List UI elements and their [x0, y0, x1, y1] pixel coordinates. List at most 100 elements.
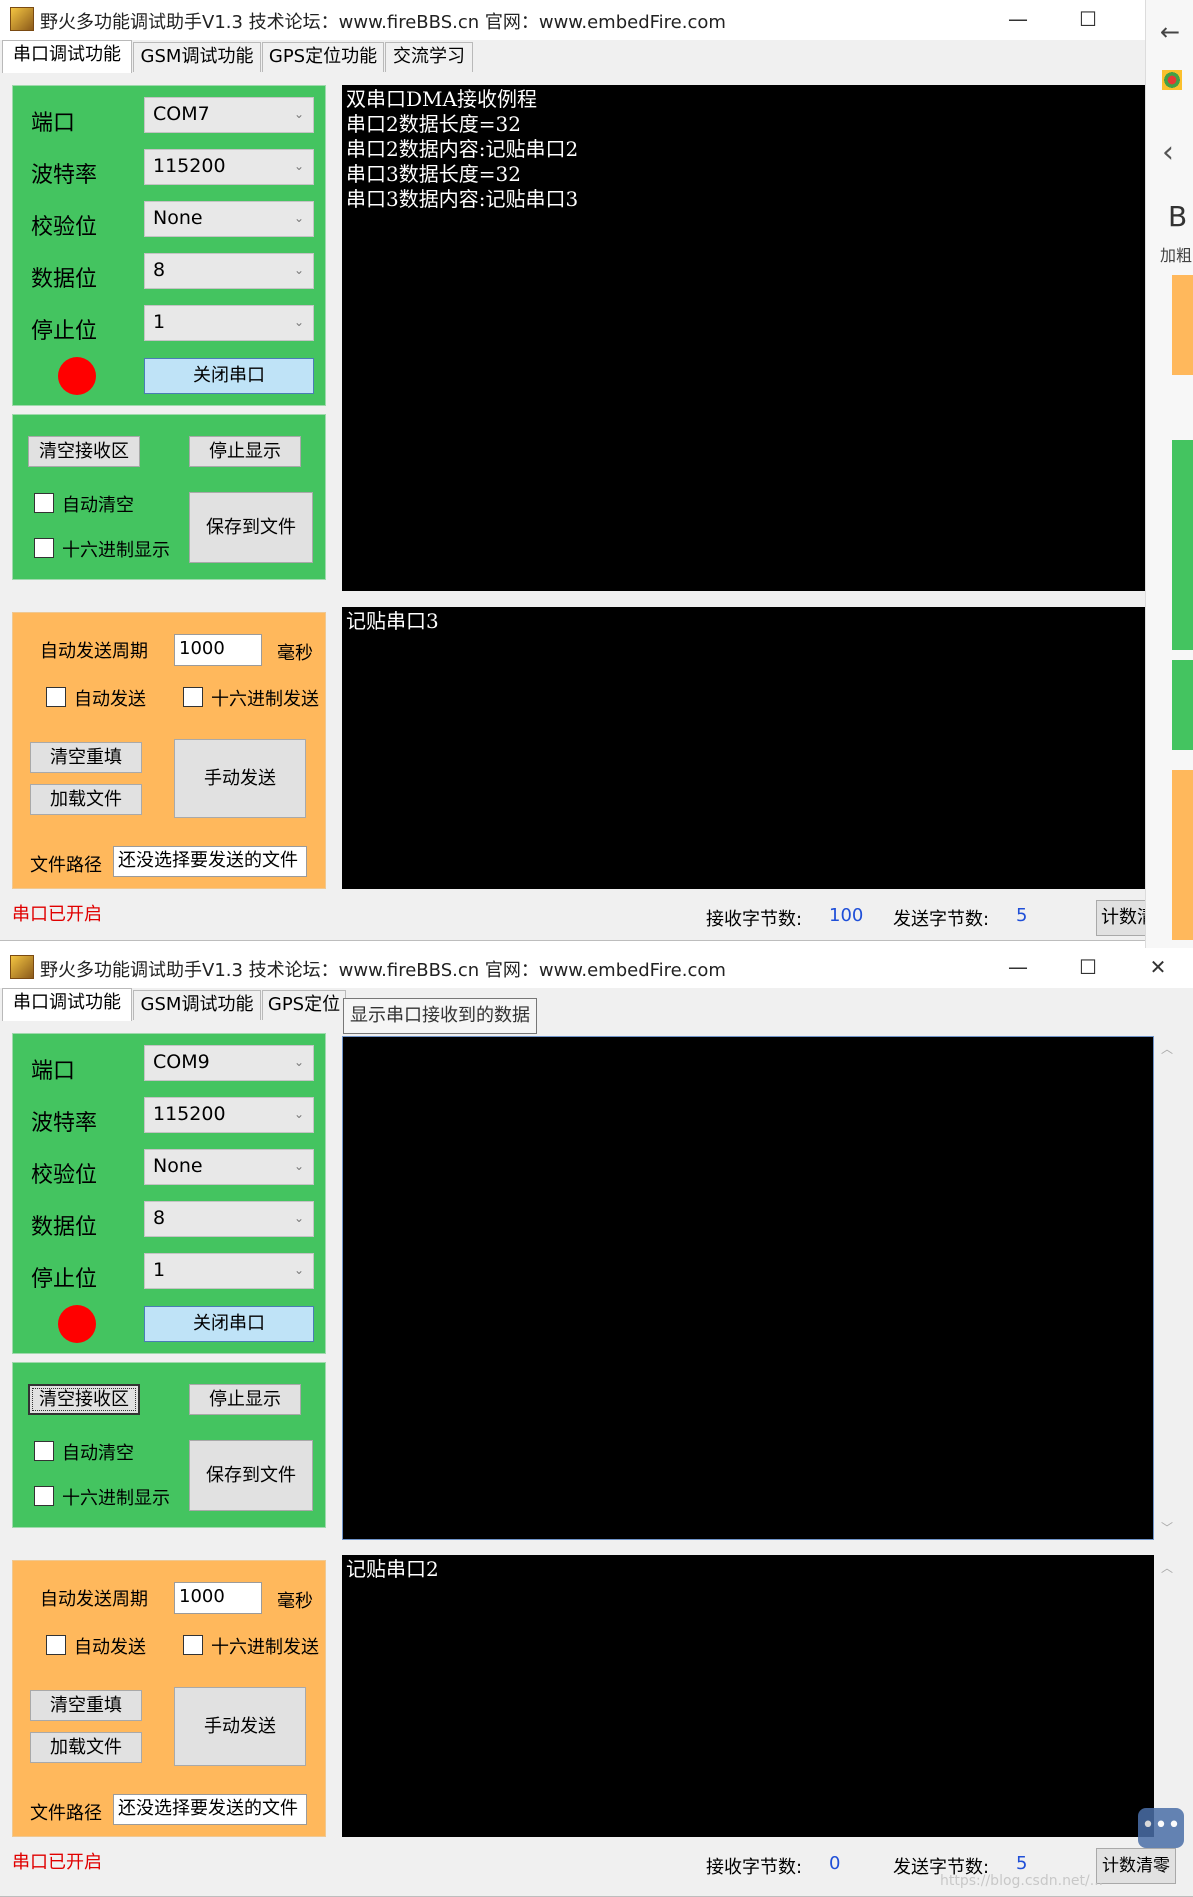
tab-serial-debug[interactable]: 串口调试功能	[2, 40, 132, 73]
send-area[interactable]: 记贴串口2	[342, 1555, 1154, 1837]
stopbits-select[interactable]: 1 ⌄	[144, 305, 314, 341]
scroll-down-icon[interactable]: ﹀	[1156, 1519, 1178, 1536]
back-arrow-icon[interactable]: ←	[1160, 18, 1180, 46]
minimize-button[interactable]: —	[998, 4, 1038, 34]
auto-clear-checkbox[interactable]	[34, 1441, 54, 1461]
port-label: 端口	[31, 111, 76, 136]
receive-area[interactable]: 双串口DMA接收例程 串口2数据长度=32 串口2数据内容:记贴串口2 串口3数…	[342, 85, 1145, 591]
chat-bubble-icon[interactable]: •••	[1138, 1808, 1184, 1848]
tab-gps[interactable]: GPS定位	[262, 990, 346, 1020]
chevron-down-icon: ⌄	[293, 1159, 304, 1173]
stopbits-value: 1	[153, 311, 166, 333]
window-title: 野火多功能调试助手V1.3 技术论坛：www.fireBBS.cn 官网：www…	[40, 12, 726, 33]
hex-send-checkbox[interactable]	[183, 687, 203, 707]
databits-label: 数据位	[31, 1215, 98, 1240]
period-input[interactable]: 1000	[174, 634, 262, 666]
auto-send-checkbox[interactable]	[46, 687, 66, 707]
save-to-file-button[interactable]: 保存到文件	[189, 492, 313, 563]
scroll-up-icon[interactable]: ︿	[1156, 1559, 1178, 1576]
clear-receive-button[interactable]: 清空接收区	[28, 1384, 140, 1415]
clear-refill-button[interactable]: 清空重填	[30, 1690, 142, 1721]
send-area[interactable]: 记贴串口3	[342, 607, 1145, 889]
parity-value: None	[153, 207, 203, 229]
auto-clear-label: 自动清空	[62, 495, 134, 516]
hex-display-label: 十六进制显示	[62, 1488, 170, 1509]
databits-select[interactable]: 8 ⌄	[144, 1201, 314, 1237]
parity-label: 校验位	[31, 215, 98, 240]
stop-display-button[interactable]: 停止显示	[189, 1384, 301, 1415]
baud-value: 115200	[153, 1103, 226, 1125]
rx-count-label: 接收字节数:	[706, 1857, 803, 1878]
auto-clear-checkbox[interactable]	[34, 493, 54, 513]
databits-select[interactable]: 8 ⌄	[144, 253, 314, 289]
tab-gsm-debug[interactable]: GSM调试功能	[133, 42, 261, 72]
close-icon[interactable]: ✕	[1138, 952, 1178, 982]
maximize-button[interactable]: ☐	[1068, 4, 1108, 34]
hex-send-checkbox[interactable]	[183, 1635, 203, 1655]
file-path-label: 文件路径	[30, 855, 102, 876]
port-select[interactable]: COM9 ⌄	[144, 1045, 314, 1081]
port-select[interactable]: COM7 ⌄	[144, 97, 314, 133]
chevron-down-icon: ⌄	[293, 1263, 304, 1277]
receive-area[interactable]	[342, 1036, 1154, 1540]
chevron-down-icon: ⌄	[293, 1211, 304, 1225]
maximize-button[interactable]: ☐	[1068, 952, 1108, 982]
auto-send-checkbox[interactable]	[46, 1635, 66, 1655]
mini-orange-panel	[1172, 275, 1193, 375]
close-port-button[interactable]: 关闭串口	[144, 358, 314, 394]
stopbits-select[interactable]: 1 ⌄	[144, 1253, 314, 1289]
period-input[interactable]: 1000	[174, 1582, 262, 1614]
stop-display-button[interactable]: 停止显示	[189, 436, 301, 467]
mini-green-panel-2	[1172, 660, 1193, 750]
port-label: 端口	[31, 1059, 76, 1084]
parity-select[interactable]: None ⌄	[144, 1149, 314, 1185]
title-bar: 野火多功能调试助手V1.3 技术论坛：www.fireBBS.cn 官网：www…	[0, 948, 1193, 988]
period-label: 自动发送周期	[40, 641, 148, 662]
tx-count-label: 发送字节数:	[893, 909, 990, 930]
auto-clear-label: 自动清空	[62, 1443, 134, 1464]
parity-label: 校验位	[31, 1163, 98, 1188]
databits-label: 数据位	[31, 267, 98, 292]
app-logo-icon	[10, 955, 34, 979]
baud-select[interactable]: 115200 ⌄	[144, 149, 314, 185]
tab-serial-debug[interactable]: 串口调试功能	[2, 988, 132, 1021]
tab-gps[interactable]: GPS定位功能	[262, 42, 384, 72]
count-clear-button[interactable]: 计数清零	[1096, 1848, 1176, 1884]
stopbits-label: 停止位	[31, 319, 98, 344]
baud-label: 波特率	[31, 163, 98, 188]
receive-area-tooltip: 显示串口接收到的数据	[343, 998, 537, 1034]
file-path-label: 文件路径	[30, 1803, 102, 1824]
rx-count-label: 接收字节数:	[706, 909, 803, 930]
csdn-watermark: https://blog.csdn.net/...	[940, 1873, 1104, 1889]
parity-select[interactable]: None ⌄	[144, 201, 314, 237]
chevron-down-icon: ⌄	[293, 315, 304, 329]
hex-display-checkbox[interactable]	[34, 1486, 54, 1506]
save-to-file-button[interactable]: 保存到文件	[189, 1440, 313, 1511]
minimize-button[interactable]: —	[998, 952, 1038, 982]
tab-bar: 串口调试功能 GSM调试功能 GPS定位功能 交流学习	[0, 40, 1145, 73]
manual-send-button[interactable]: 手动发送	[174, 1687, 306, 1766]
rx-count-value: 0	[829, 1853, 841, 1874]
send-scrollbar[interactable]: ︿	[1156, 1555, 1178, 1837]
load-file-button[interactable]: 加载文件	[30, 784, 142, 815]
scroll-up-icon[interactable]: ︿	[1156, 1040, 1178, 1057]
apps-grid-icon[interactable]	[1162, 70, 1182, 90]
tab-exchange[interactable]: 交流学习	[385, 42, 473, 72]
load-file-button[interactable]: 加载文件	[30, 1732, 142, 1763]
tab-gsm-debug[interactable]: GSM调试功能	[133, 990, 261, 1020]
clear-refill-button[interactable]: 清空重填	[30, 742, 142, 773]
clear-receive-button[interactable]: 清空接收区	[28, 436, 140, 467]
file-path-input[interactable]: 还没选择要发送的文件	[113, 846, 307, 877]
count-clear-button[interactable]: 计数清	[1096, 900, 1145, 936]
close-port-button[interactable]: 关闭串口	[144, 1306, 314, 1342]
chevron-left-icon[interactable]: ‹	[1162, 135, 1174, 170]
baud-select[interactable]: 115200 ⌄	[144, 1097, 314, 1133]
receive-scrollbar[interactable]: ︿ ﹀	[1156, 1036, 1178, 1540]
hex-display-checkbox[interactable]	[34, 538, 54, 558]
period-unit: 毫秒	[277, 643, 313, 664]
chevron-down-icon: ⌄	[293, 159, 304, 173]
file-path-input[interactable]: 还没选择要发送的文件	[113, 1794, 307, 1825]
app-logo-icon	[10, 7, 34, 31]
send-options-panel: 自动发送周期 1000 毫秒 自动发送 十六进制发送 清空重填 加载文件 手动发…	[12, 1560, 326, 1837]
manual-send-button[interactable]: 手动发送	[174, 739, 306, 818]
